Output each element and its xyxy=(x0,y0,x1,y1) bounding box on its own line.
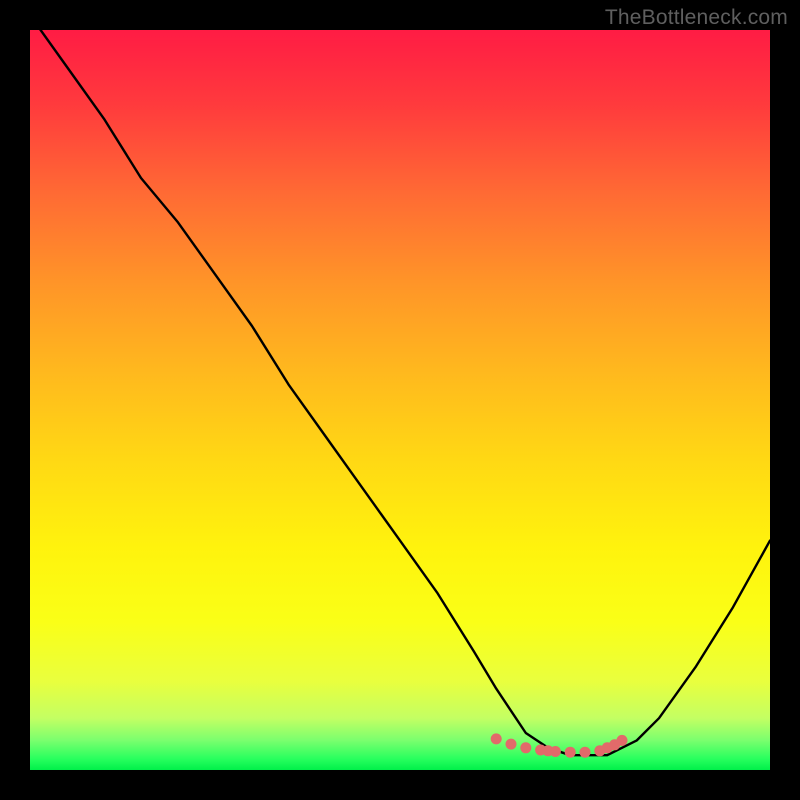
marker-dot xyxy=(550,746,561,757)
marker-dot xyxy=(580,747,591,758)
bottleneck-curve xyxy=(30,15,770,755)
marker-dot xyxy=(506,739,517,750)
marker-dot xyxy=(617,735,628,746)
marker-dot xyxy=(491,733,502,744)
plot-area xyxy=(30,30,770,770)
chart-svg xyxy=(30,30,770,770)
watermark-text: TheBottleneck.com xyxy=(605,6,788,30)
marker-dot xyxy=(565,747,576,758)
marker-dot xyxy=(520,742,531,753)
chart-frame: TheBottleneck.com xyxy=(0,0,800,800)
